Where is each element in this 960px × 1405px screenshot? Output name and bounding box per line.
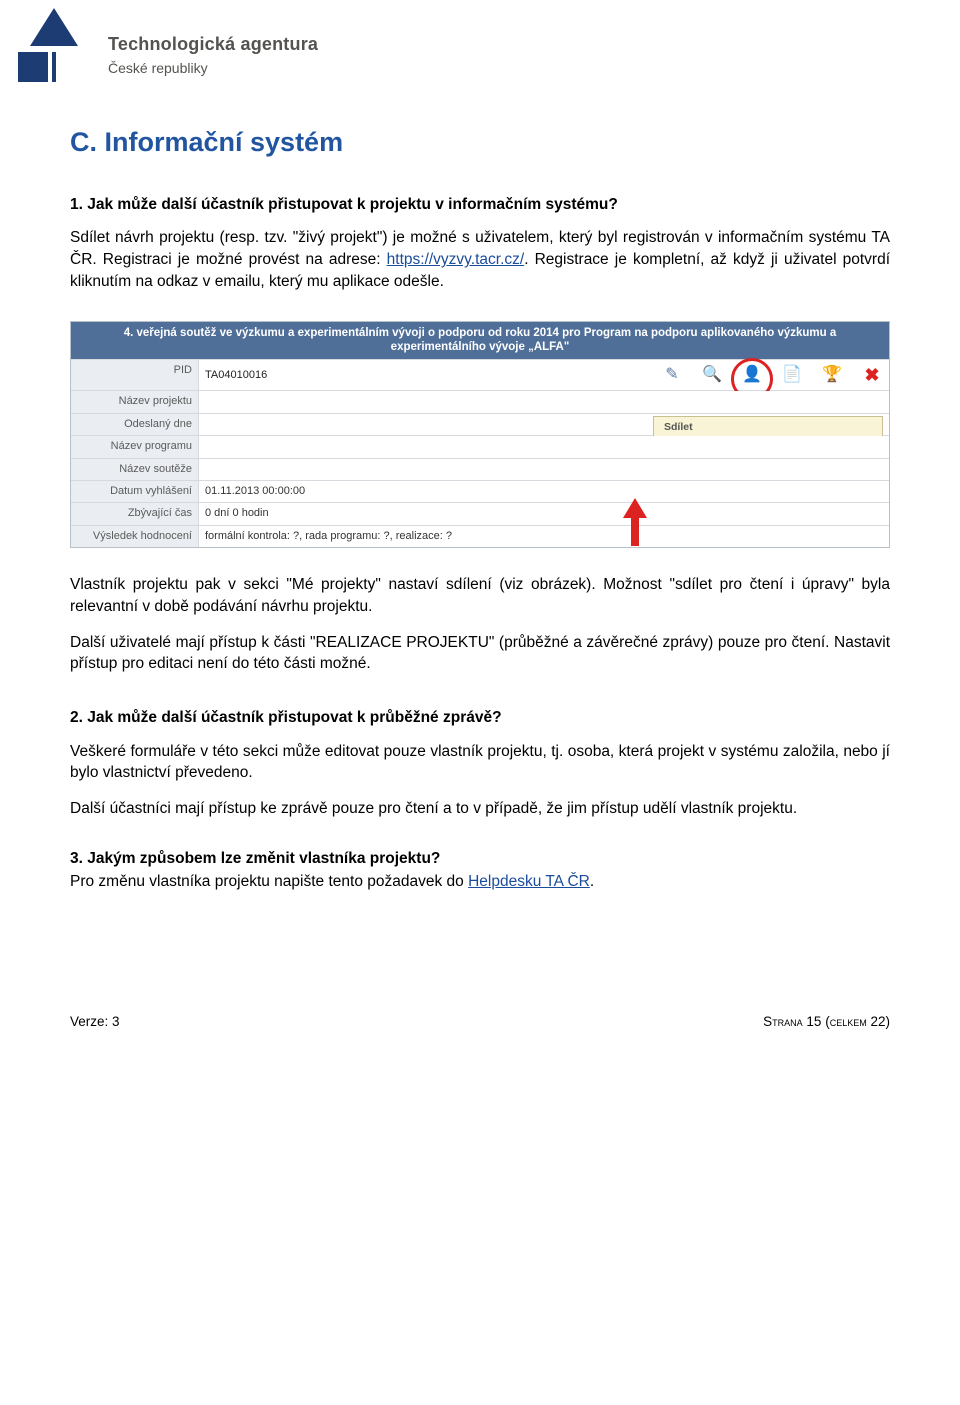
q1-paragraph-1: Sdílet návrh projektu (resp. tzv. "živý … — [70, 227, 890, 292]
q2-heading: 2. Jak může další účastník přistupovat k… — [70, 707, 890, 729]
q1-paragraph-2: Vlastník projektu pak v sekci "Mé projek… — [70, 574, 890, 617]
ss-row-label: Název programu — [71, 436, 199, 457]
doc-header: Technologická agentura České republiky — [0, 0, 960, 84]
table-row: Název soutěže — [71, 458, 889, 480]
ss-row-value — [199, 436, 889, 457]
table-row: Výsledek hodnocení formální kontrola: ?,… — [71, 525, 889, 547]
ss-row-value: formální kontrola: ?, rada programu: ?, … — [199, 526, 889, 547]
share-icon[interactable]: 👤 — [741, 364, 763, 386]
delete-icon[interactable]: ✖ — [861, 364, 883, 386]
ss-row-label: Název soutěže — [71, 459, 199, 480]
q1-paragraph-3: Další uživatelé mají přístup k části "RE… — [70, 632, 890, 675]
ss-pid-value: TA04010016 — [205, 368, 267, 383]
doc-icon[interactable]: 📄 — [781, 364, 803, 386]
ss-row-value — [199, 391, 889, 412]
table-row: Zbývající čas 0 dní 0 hodin — [71, 502, 889, 524]
table-row: Odeslaný dne Sdílet Sdílet tento projekt… — [71, 413, 889, 435]
ss-row-label: Datum vyhlášení — [71, 481, 199, 502]
ss-row-value: 0 dní 0 hodin — [199, 503, 889, 524]
ss-row-label: Zbývající čas — [71, 503, 199, 524]
table-row: Datum vyhlášení 01.11.2013 00:00:00 — [71, 480, 889, 502]
table-row: Název projektu — [71, 390, 889, 412]
question-3: 3. Jakým způsobem lze změnit vlastníka p… — [70, 848, 890, 893]
logo-text: Technologická agentura České republiky — [108, 8, 318, 79]
ss-row-label: Výsledek hodnocení — [71, 526, 199, 547]
embedded-screenshot: 4. veřejná soutěž ve výzkumu a experimen… — [70, 321, 890, 549]
page-footer: Verze: 3 Strana 15 (celkem 22) — [70, 1013, 890, 1032]
q2-paragraph-1: Veškeré formuláře v této sekci může edit… — [70, 741, 890, 784]
footer-page: Strana 15 (celkem 22) — [763, 1013, 890, 1032]
table-row: Název programu — [71, 435, 889, 457]
q3-p1-text-b: . — [590, 873, 594, 890]
q3-paragraph-1: Pro změnu vlastníka projektu napište ten… — [70, 871, 890, 893]
logo-line2: České republiky — [108, 59, 318, 79]
helpdesk-link[interactable]: Helpdesku TA ČR — [468, 873, 590, 890]
logo-line1: Technologická agentura — [108, 32, 318, 57]
trophy-icon[interactable]: 🏆 — [821, 364, 843, 386]
ss-row-value: Sdílet Sdílet tento projekt s dalšími už… — [199, 414, 889, 435]
tooltip-title: Sdílet — [664, 420, 872, 435]
ss-row-label: Název projektu — [71, 391, 199, 412]
search-icon[interactable]: 🔍 — [701, 364, 723, 386]
q3-heading: 3. Jakým způsobem lze změnit vlastníka p… — [70, 848, 890, 870]
q3-p1-text-a: Pro změnu vlastníka projektu napište ten… — [70, 873, 468, 890]
ss-pid-label: PID — [71, 360, 199, 390]
section-title: C. Informační systém — [70, 124, 890, 162]
footer-version: Verze: 3 — [70, 1013, 120, 1032]
question-2: 2. Jak může další účastník přistupovat k… — [70, 707, 890, 820]
logo-icon — [18, 8, 90, 84]
ss-row-label: Odeslaný dne — [71, 414, 199, 435]
ss-row-value: 01.11.2013 00:00:00 — [199, 481, 889, 502]
ss-toolbar: ✎ 🔍 👤 📄 🏆 ✖ — [661, 364, 883, 386]
q2-paragraph-2: Další účastníci mají přístup ke zprávě p… — [70, 798, 890, 820]
ss-row-value — [199, 459, 889, 480]
edit-icon[interactable]: ✎ — [661, 364, 683, 386]
question-1: 1. Jak může další účastník přistupovat k… — [70, 194, 890, 293]
registration-link[interactable]: https://vyzvy.tacr.cz/ — [387, 251, 525, 268]
ss-pid-row: PID TA04010016 ✎ 🔍 👤 📄 🏆 ✖ — [71, 359, 889, 390]
q1-heading: 1. Jak může další účastník přistupovat k… — [70, 194, 890, 216]
ss-titlebar: 4. veřejná soutěž ve výzkumu a experimen… — [71, 322, 889, 360]
